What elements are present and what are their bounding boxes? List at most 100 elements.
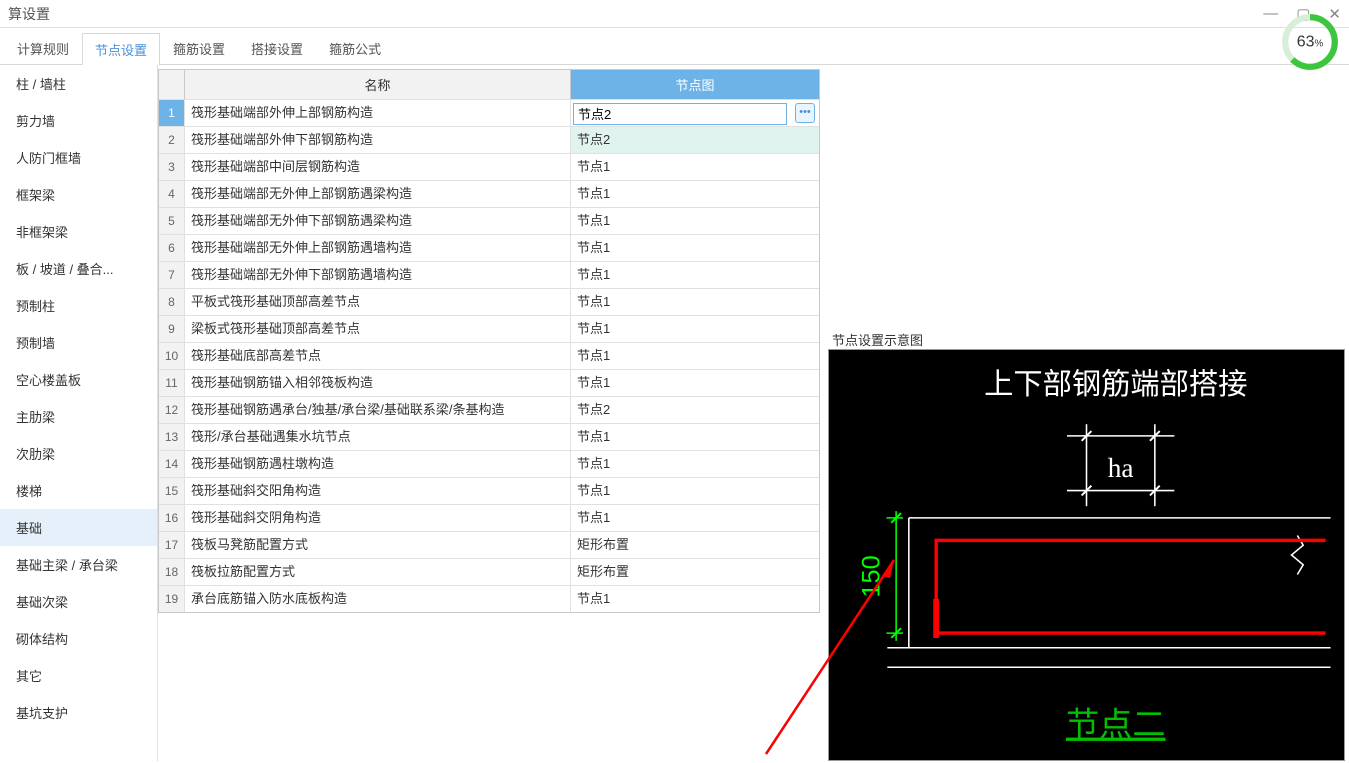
header-diagram[interactable]: 节点图 <box>571 70 819 99</box>
row-name[interactable]: 筏形基础钢筋遇柱墩构造 <box>185 451 571 477</box>
table-row[interactable]: 3筏形基础端部中间层钢筋构造节点1 <box>159 153 819 180</box>
row-index[interactable]: 18 <box>159 559 185 585</box>
minimize-icon[interactable]: — <box>1263 5 1278 22</box>
row-index[interactable]: 3 <box>159 154 185 180</box>
row-name[interactable]: 筏板马凳筋配置方式 <box>185 532 571 558</box>
table-row[interactable]: 13筏形/承台基础遇集水坑节点节点1 <box>159 423 819 450</box>
row-name[interactable]: 筏形基础钢筋遇承台/独基/承台梁/基础联系梁/条基构造 <box>185 397 571 423</box>
tab-node-settings[interactable]: 节点设置 <box>82 33 160 65</box>
header-name[interactable]: 名称 <box>185 70 571 99</box>
row-index[interactable]: 14 <box>159 451 185 477</box>
row-name[interactable]: 平板式筏形基础顶部高差节点 <box>185 289 571 315</box>
table-row[interactable]: 10筏形基础底部高差节点节点1 <box>159 342 819 369</box>
row-diagram[interactable]: ••• <box>571 100 819 126</box>
row-diagram[interactable]: 矩形布置 <box>571 532 819 558</box>
row-name[interactable]: 筏形基础端部无外伸上部钢筋遇墙构造 <box>185 235 571 261</box>
sidebar-item[interactable]: 框架梁 <box>0 176 157 213</box>
row-diagram[interactable]: 节点1 <box>571 316 819 342</box>
table-row[interactable]: 1筏形基础端部外伸上部钢筋构造 ••• <box>159 99 819 126</box>
row-diagram[interactable]: 节点1 <box>571 586 819 612</box>
row-diagram[interactable]: 节点1 <box>571 289 819 315</box>
table-row[interactable]: 2筏形基础端部外伸下部钢筋构造节点2 <box>159 126 819 153</box>
row-name[interactable]: 筏形基础端部中间层钢筋构造 <box>185 154 571 180</box>
table-row[interactable]: 18筏板拉筋配置方式矩形布置 <box>159 558 819 585</box>
sidebar-item[interactable]: 预制柱 <box>0 287 157 324</box>
row-index[interactable]: 13 <box>159 424 185 450</box>
table-row[interactable]: 8平板式筏形基础顶部高差节点节点1 <box>159 288 819 315</box>
table-row[interactable]: 19承台底筋锚入防水底板构造节点1 <box>159 585 819 612</box>
sidebar-item[interactable]: 基础主梁 / 承台梁 <box>0 546 157 583</box>
sidebar-item[interactable]: 剪力墙 <box>0 102 157 139</box>
row-diagram[interactable]: 节点2 <box>571 397 819 423</box>
row-name[interactable]: 筏形/承台基础遇集水坑节点 <box>185 424 571 450</box>
row-name[interactable]: 筏形基础端部外伸下部钢筋构造 <box>185 127 571 153</box>
table-row[interactable]: 7筏形基础端部无外伸下部钢筋遇墙构造节点1 <box>159 261 819 288</box>
table-row[interactable]: 12筏形基础钢筋遇承台/独基/承台梁/基础联系梁/条基构造节点2 <box>159 396 819 423</box>
table-row[interactable]: 11筏形基础钢筋锚入相邻筏板构造节点1 <box>159 369 819 396</box>
tab-stirrup-formula[interactable]: 箍筋公式 <box>316 32 394 64</box>
sidebar-item[interactable]: 楼梯 <box>0 472 157 509</box>
sidebar-item[interactable]: 主肋梁 <box>0 398 157 435</box>
sidebar-item[interactable]: 基础 <box>0 509 157 546</box>
table-row[interactable]: 16筏形基础斜交阴角构造节点1 <box>159 504 819 531</box>
row-name[interactable]: 筏形基础底部高差节点 <box>185 343 571 369</box>
row-diagram[interactable]: 矩形布置 <box>571 559 819 585</box>
ellipsis-button[interactable]: ••• <box>795 103 815 123</box>
sidebar-item[interactable]: 非框架梁 <box>0 213 157 250</box>
row-index[interactable]: 5 <box>159 208 185 234</box>
row-index[interactable]: 9 <box>159 316 185 342</box>
row-index[interactable]: 11 <box>159 370 185 396</box>
row-diagram[interactable]: 节点1 <box>571 262 819 288</box>
row-name[interactable]: 筏板拉筋配置方式 <box>185 559 571 585</box>
sidebar-item[interactable]: 空心楼盖板 <box>0 361 157 398</box>
row-diagram[interactable]: 节点1 <box>571 181 819 207</box>
row-diagram[interactable]: 节点1 <box>571 370 819 396</box>
row-name[interactable]: 筏形基础钢筋锚入相邻筏板构造 <box>185 370 571 396</box>
row-name[interactable]: 筏形基础端部无外伸下部钢筋遇梁构造 <box>185 208 571 234</box>
tab-calc-rule[interactable]: 计算规则 <box>4 32 82 64</box>
row-name[interactable]: 承台底筋锚入防水底板构造 <box>185 586 571 612</box>
row-diagram[interactable]: 节点2 <box>571 127 819 153</box>
row-name[interactable]: 筏形基础端部无外伸上部钢筋遇梁构造 <box>185 181 571 207</box>
row-diagram[interactable]: 节点1 <box>571 208 819 234</box>
row-diagram[interactable]: 节点1 <box>571 343 819 369</box>
tab-splice-settings[interactable]: 搭接设置 <box>238 32 316 64</box>
row-index[interactable]: 6 <box>159 235 185 261</box>
table-row[interactable]: 4筏形基础端部无外伸上部钢筋遇梁构造节点1 <box>159 180 819 207</box>
sidebar-item[interactable]: 次肋梁 <box>0 435 157 472</box>
row-index[interactable]: 16 <box>159 505 185 531</box>
table-row[interactable]: 17筏板马凳筋配置方式矩形布置 <box>159 531 819 558</box>
row-index[interactable]: 7 <box>159 262 185 288</box>
sidebar-item[interactable]: 预制墙 <box>0 324 157 361</box>
sidebar-item[interactable]: 人防门框墙 <box>0 139 157 176</box>
row-index[interactable]: 1 <box>159 100 185 126</box>
row-index[interactable]: 8 <box>159 289 185 315</box>
tab-stirrup-settings[interactable]: 箍筋设置 <box>160 32 238 64</box>
row-diagram[interactable]: 节点1 <box>571 424 819 450</box>
row-name[interactable]: 筏形基础端部外伸上部钢筋构造 <box>185 100 571 126</box>
table-row[interactable]: 5筏形基础端部无外伸下部钢筋遇梁构造节点1 <box>159 207 819 234</box>
row-index[interactable]: 19 <box>159 586 185 612</box>
table-row[interactable]: 15筏形基础斜交阳角构造节点1 <box>159 477 819 504</box>
row-index[interactable]: 12 <box>159 397 185 423</box>
sidebar-item[interactable]: 板 / 坡道 / 叠合... <box>0 250 157 287</box>
row-diagram[interactable]: 节点1 <box>571 154 819 180</box>
row-diagram[interactable]: 节点1 <box>571 505 819 531</box>
table-row[interactable]: 9梁板式筏形基础顶部高差节点节点1 <box>159 315 819 342</box>
table-row[interactable]: 14筏形基础钢筋遇柱墩构造节点1 <box>159 450 819 477</box>
table-row[interactable]: 6筏形基础端部无外伸上部钢筋遇墙构造节点1 <box>159 234 819 261</box>
row-name[interactable]: 梁板式筏形基础顶部高差节点 <box>185 316 571 342</box>
sidebar-item[interactable]: 基础次梁 <box>0 583 157 620</box>
row-index[interactable]: 17 <box>159 532 185 558</box>
row-index[interactable]: 15 <box>159 478 185 504</box>
row-index[interactable]: 2 <box>159 127 185 153</box>
sidebar-item[interactable]: 基坑支护 <box>0 694 157 731</box>
row-index[interactable]: 4 <box>159 181 185 207</box>
row-index[interactable]: 10 <box>159 343 185 369</box>
row-name[interactable]: 筏形基础斜交阳角构造 <box>185 478 571 504</box>
row-name[interactable]: 筏形基础端部无外伸下部钢筋遇墙构造 <box>185 262 571 288</box>
row-diagram[interactable]: 节点1 <box>571 451 819 477</box>
row-diagram[interactable]: 节点1 <box>571 235 819 261</box>
diagram-input[interactable] <box>573 103 787 125</box>
sidebar-item[interactable]: 其它 <box>0 657 157 694</box>
